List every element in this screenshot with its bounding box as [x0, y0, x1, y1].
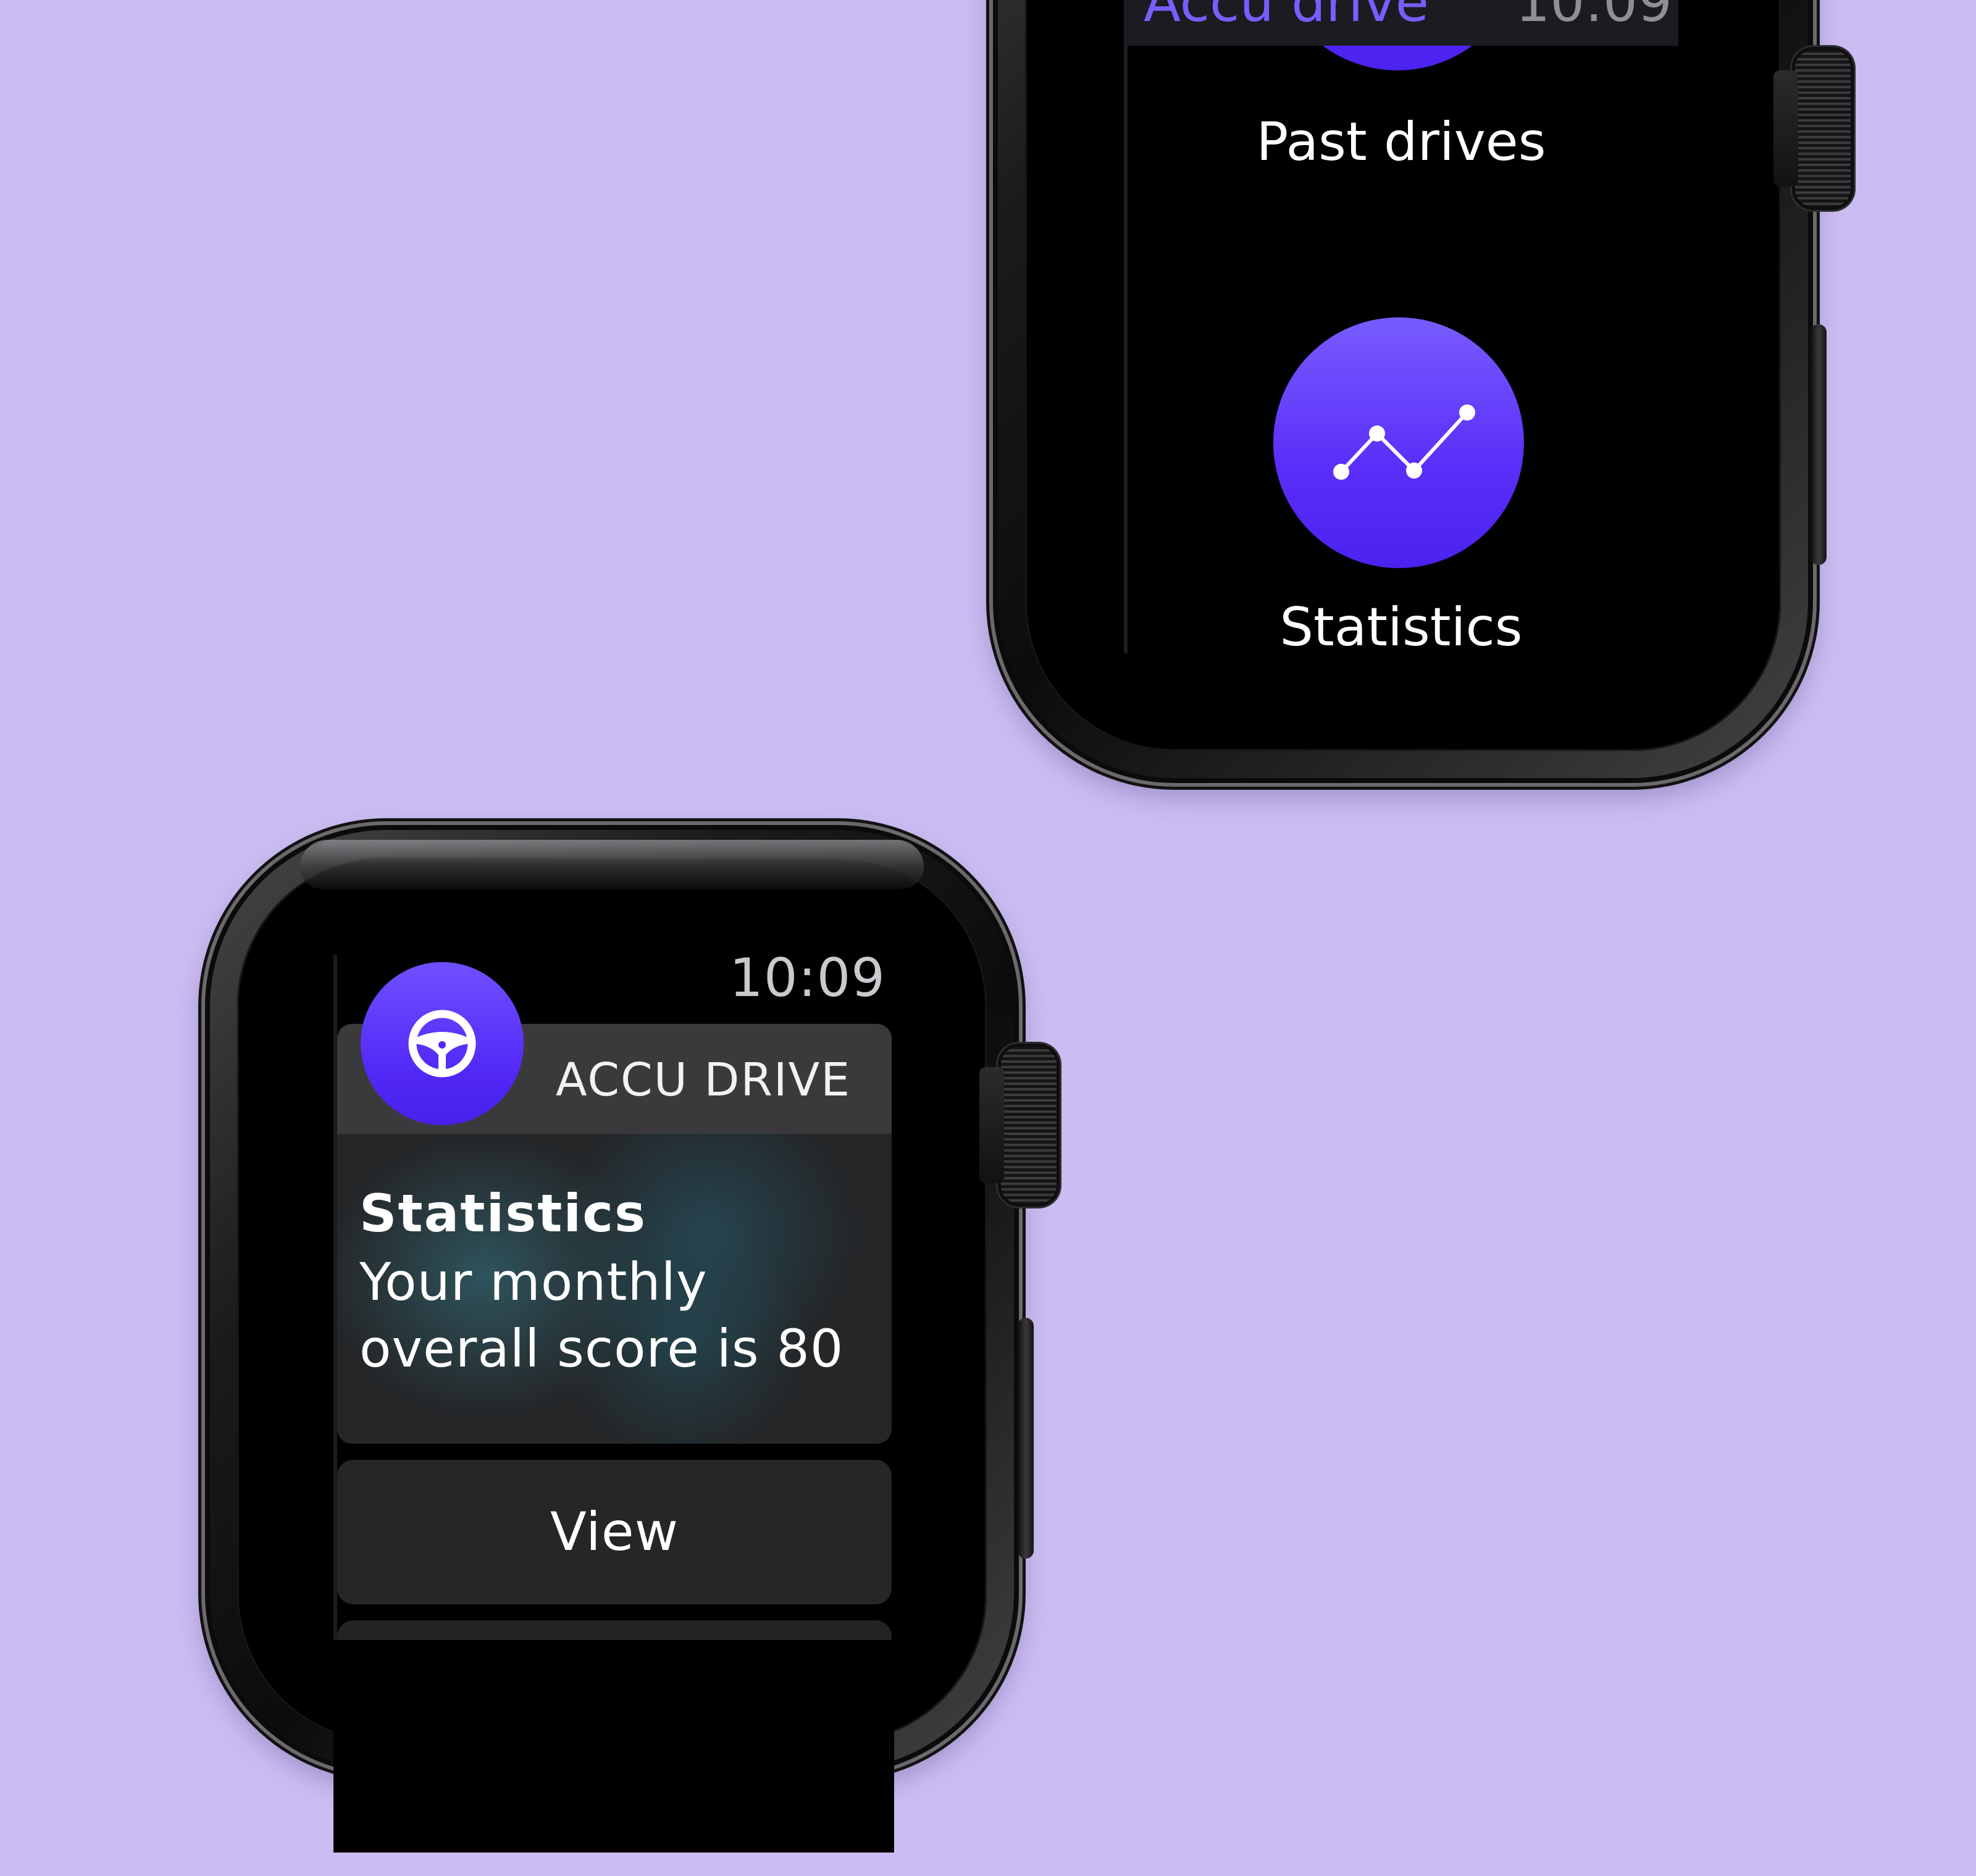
- watch-bottom: 10:09 ACCU DRIVE Statistics Your monthly…: [201, 821, 1060, 1853]
- digital-crown[interactable]: [1773, 47, 1854, 210]
- clock: 10:09: [1515, 0, 1672, 34]
- app-icon: [361, 962, 524, 1125]
- app-name: Accu drive: [1144, 0, 1429, 34]
- menu-label-past-drives: Past drives: [1256, 111, 1546, 173]
- notification-screen: 10:09 ACCU DRIVE Statistics Your monthly…: [333, 955, 894, 1853]
- side-button[interactable]: [1018, 1318, 1034, 1559]
- menu-label-statistics: Statistics: [1279, 597, 1523, 653]
- status-time: 10:09: [729, 955, 885, 1009]
- notification-message: Your monthly overall score is 80: [359, 1252, 844, 1379]
- watch-top: Accu drive 10:09 Past drives Statistics: [989, 0, 1854, 787]
- notification-body[interactable]: Statistics Your monthly overall score is…: [337, 1134, 892, 1444]
- digital-crown[interactable]: [979, 1044, 1060, 1207]
- app-header-bar: Accu drive 10:09: [1124, 0, 1678, 46]
- screen-edge: [1124, 0, 1128, 653]
- glass-glare: [300, 840, 924, 889]
- screen-bottom-bezel: [333, 1640, 894, 1853]
- side-button[interactable]: [1811, 324, 1827, 565]
- line-chart-icon: [1333, 404, 1475, 480]
- notification-title: Statistics: [359, 1183, 647, 1244]
- view-button[interactable]: View: [337, 1460, 892, 1604]
- notification-app-name: ACCU DRIVE: [556, 1053, 851, 1107]
- steering-wheel-icon: [408, 1010, 476, 1078]
- app-menu-screen: Accu drive 10:09 Past drives Statistics: [1124, 0, 1678, 653]
- statistics-button[interactable]: [1273, 317, 1524, 568]
